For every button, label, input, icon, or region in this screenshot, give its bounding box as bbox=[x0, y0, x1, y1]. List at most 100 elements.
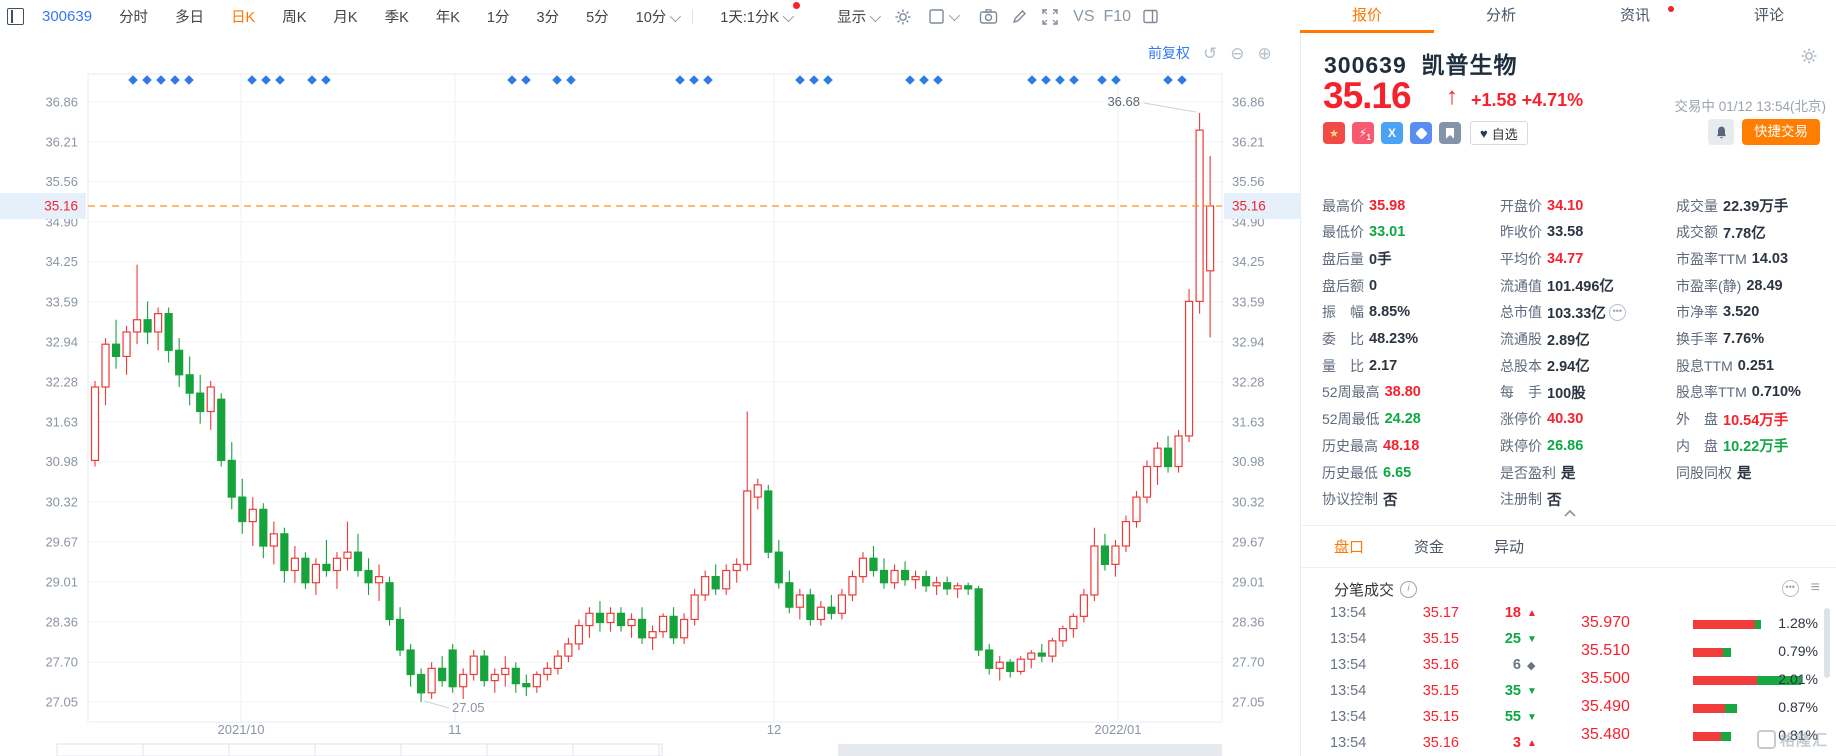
svg-text:30.32: 30.32 bbox=[1232, 495, 1265, 510]
scrollbar-thumb[interactable] bbox=[1824, 608, 1830, 678]
vs-compare-button[interactable]: VS bbox=[1073, 8, 1094, 26]
more-options-icon[interactable]: ••• bbox=[1782, 580, 1799, 597]
ladder-row[interactable]: 35.5100.79% bbox=[1571, 638, 1836, 666]
add-favorite-button[interactable]: ♥ 自选 bbox=[1470, 121, 1528, 145]
subtab-异动[interactable]: 异动 bbox=[1494, 536, 1524, 557]
stat-内盘: 内 盘10.22万手 bbox=[1676, 432, 1788, 459]
period-tab-3分[interactable]: 3分 bbox=[537, 6, 560, 27]
trade-row[interactable]: 13:5435.163▲ bbox=[1301, 730, 1571, 756]
stat-股息率TTM: 股息率TTM0.710% bbox=[1676, 379, 1801, 406]
panel-tab-资讯[interactable]: 资讯 bbox=[1568, 0, 1702, 33]
svg-text:35.16: 35.16 bbox=[44, 198, 78, 213]
stat-总市值: 总市值103.33亿••• bbox=[1500, 299, 1626, 326]
tag-badge-icon bbox=[1410, 122, 1432, 144]
stat-总股本: 总股本2.94亿 bbox=[1500, 352, 1590, 379]
stat-最高价: 最高价35.98 bbox=[1322, 192, 1405, 219]
subtab-盘口[interactable]: 盘口 bbox=[1334, 536, 1364, 557]
svg-text:31.63: 31.63 bbox=[45, 414, 78, 429]
period-tab-分时[interactable]: 分时 bbox=[119, 6, 148, 27]
cn-market-badge-icon: ★ bbox=[1323, 122, 1345, 144]
notification-dot bbox=[1668, 6, 1674, 12]
stat-外盘: 外 盘10.54万手 bbox=[1676, 406, 1788, 433]
market-status: 交易中 01/12 13:54(北京) bbox=[1674, 95, 1826, 115]
period-tab-年K[interactable]: 年K bbox=[436, 6, 460, 27]
stock-code-toolbar[interactable]: 300639 bbox=[42, 8, 92, 25]
panel-tab-评论[interactable]: 评论 bbox=[1702, 0, 1836, 33]
period-tab-10分[interactable]: 10分 bbox=[636, 6, 679, 27]
price-change: +1.58 +4.71% bbox=[1471, 90, 1583, 111]
quote-panel: 300639 凯普生物 35.16 ↑ +1.58 +4.71% 交易中 01/… bbox=[1301, 33, 1836, 756]
trade-row[interactable]: 13:5435.1555▼ bbox=[1301, 704, 1571, 730]
svg-text:2022/01: 2022/01 bbox=[1095, 722, 1142, 737]
svg-text:27.70: 27.70 bbox=[1232, 655, 1265, 670]
period-tab-1天:1分K[interactable]: 1天:1分K bbox=[720, 6, 791, 27]
stock-name: 凯普生物 bbox=[1422, 52, 1518, 78]
chart-toolbar: 300639 分时多日日K周K月K季K年K1分3分5分10分1天:1分K 显示 … bbox=[0, 0, 1300, 33]
svg-text:36.86: 36.86 bbox=[1232, 95, 1265, 110]
stat-涨停价: 涨停价40.30 bbox=[1500, 406, 1583, 433]
panel-tab-分析[interactable]: 分析 bbox=[1434, 0, 1568, 33]
svg-text:29.67: 29.67 bbox=[1232, 534, 1265, 549]
svg-text:12: 12 bbox=[767, 722, 781, 737]
stats-row: 历史最高48.18跌停价26.86内 盘10.22万手 bbox=[1322, 432, 1822, 459]
panel-tab-报价[interactable]: 报价 bbox=[1300, 0, 1434, 33]
heart-icon: ♥ bbox=[1480, 126, 1488, 141]
svg-text:32.94: 32.94 bbox=[45, 334, 78, 349]
zoom-out-icon[interactable]: ⊖ bbox=[1230, 45, 1244, 62]
gear-icon[interactable] bbox=[894, 8, 912, 26]
more-options-icon[interactable]: ••• bbox=[1609, 304, 1626, 321]
stat-股息TTM: 股息TTM0.251 bbox=[1676, 352, 1774, 379]
watermark: 格隆汇 bbox=[1757, 729, 1828, 750]
camera-icon[interactable] bbox=[979, 8, 998, 25]
svg-text:33.59: 33.59 bbox=[45, 295, 78, 310]
panel-gear-icon[interactable] bbox=[1800, 47, 1818, 70]
chevron-down-icon bbox=[670, 11, 681, 22]
adjust-mode-link[interactable]: 前复权 bbox=[1148, 43, 1190, 63]
svg-text:27.05: 27.05 bbox=[452, 700, 485, 715]
trade-row[interactable]: 13:5435.1718▲ bbox=[1301, 605, 1571, 626]
pencil-draw-icon[interactable] bbox=[1011, 8, 1028, 25]
stats-row: 量 比2.17 总股本2.94亿 股息TTM0.251 bbox=[1322, 352, 1822, 379]
sidebar-toggle-icon[interactable] bbox=[1142, 8, 1159, 25]
period-tab-5分[interactable]: 5分 bbox=[586, 6, 609, 27]
svg-text:32.28: 32.28 bbox=[1232, 375, 1265, 390]
ladder-row[interactable]: 35.5002.01% bbox=[1571, 666, 1836, 694]
current-price: 35.16 bbox=[1323, 75, 1411, 117]
trade-row[interactable]: 13:5435.1535▼ bbox=[1301, 678, 1571, 704]
period-tab-多日[interactable]: 多日 bbox=[175, 6, 204, 27]
quick-trade-button[interactable]: 快捷交易 bbox=[1742, 119, 1820, 145]
trade-row[interactable]: 13:5435.166◆ bbox=[1301, 652, 1571, 678]
candlestick-chart[interactable]: 36.8636.8636.2136.2135.5635.5634.9034.90… bbox=[0, 33, 1300, 756]
collapse-stats-chevron[interactable] bbox=[1563, 505, 1577, 514]
f10-button[interactable]: F10 bbox=[1103, 8, 1131, 26]
stat-市盈率TTM: 市盈率TTM14.03 bbox=[1676, 245, 1788, 272]
layout-frame-dropdown[interactable] bbox=[928, 8, 957, 25]
stat-52周最低: 52周最低24.28 bbox=[1322, 406, 1421, 433]
ladder-row[interactable]: 35.4900.87% bbox=[1571, 694, 1836, 722]
alert-bell-button[interactable] bbox=[1708, 119, 1734, 145]
stat-同股同权: 同股同权是 bbox=[1676, 459, 1752, 486]
list-view-icon[interactable]: ≡ bbox=[1811, 579, 1820, 597]
stat-是否盈利: 是否盈利是 bbox=[1500, 459, 1576, 486]
reset-view-icon[interactable]: ↺ bbox=[1203, 45, 1217, 62]
period-tab-1分[interactable]: 1分 bbox=[487, 6, 510, 27]
divider bbox=[1301, 525, 1836, 526]
period-tab-日K[interactable]: 日K bbox=[231, 6, 255, 27]
display-dropdown[interactable]: 显示 bbox=[837, 6, 878, 27]
window-panel-icon[interactable] bbox=[7, 8, 24, 25]
fullscreen-icon[interactable] bbox=[1041, 8, 1059, 26]
tick-trade-list[interactable]: 13:5435.1718▲13:5435.1525▼13:5435.166◆13… bbox=[1301, 605, 1571, 756]
orderflow-tabs: 盘口 资金 异动 bbox=[1334, 536, 1574, 557]
period-tab-季K[interactable]: 季K bbox=[385, 6, 409, 27]
info-icon[interactable]: i bbox=[1400, 581, 1417, 598]
period-tab-月K[interactable]: 月K bbox=[333, 6, 357, 27]
chart-controls: 前复权 ↺ ⊖ ⊕ bbox=[1148, 43, 1272, 63]
change-percent: +4.71% bbox=[1522, 90, 1584, 110]
ladder-row[interactable]: 35.9701.28% bbox=[1571, 610, 1836, 638]
trade-row[interactable]: 13:5435.1525▼ bbox=[1301, 626, 1571, 652]
zoom-in-icon[interactable]: ⊕ bbox=[1258, 45, 1272, 62]
subtab-资金[interactable]: 资金 bbox=[1414, 536, 1444, 557]
chart-canvas[interactable]: 36.8636.8636.2136.2135.5635.5634.9034.90… bbox=[0, 33, 1300, 756]
period-tab-周K[interactable]: 周K bbox=[282, 6, 306, 27]
stat-量比: 量 比2.17 bbox=[1322, 352, 1397, 379]
